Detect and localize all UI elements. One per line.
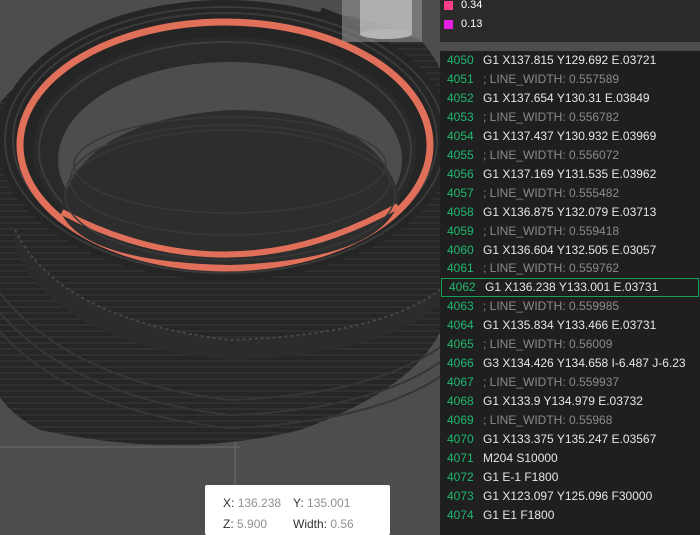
gcode-command: G1 X133.375 Y135.247 E.03567 <box>483 432 657 446</box>
z-value: 5.900 <box>237 517 268 531</box>
legend-swatch <box>444 19 453 29</box>
y-label: Y: <box>293 496 304 510</box>
gcode-line[interactable]: 4072 G1 E-1 F1800 <box>440 468 700 487</box>
width-readout: Width: 0.56 <box>293 517 354 531</box>
gcode-command: G1 X123.097 Y125.096 F30000 <box>483 488 653 503</box>
gcode-line-number: 4056 <box>447 166 474 181</box>
gcode-command: G1 X137.437 Y130.932 E.03969 <box>483 128 657 143</box>
gcode-line-number: 4059 <box>447 223 474 238</box>
x-value: 136.238 <box>237 496 282 510</box>
gcode-line[interactable]: 4050 G1 X137.815 Y129.692 E.03721 <box>440 51 700 70</box>
x-label: X: <box>223 496 235 510</box>
gcode-line[interactable]: 4063 ; LINE_WIDTH: 0.559985 <box>440 297 700 316</box>
gcode-command: G3 X134.426 Y134.658 I-6.487 J-6.23 <box>483 356 686 371</box>
gcode-line[interactable]: 4057 ; LINE_WIDTH: 0.555482 <box>440 184 700 203</box>
gcode-line-number: 4066 <box>447 356 474 371</box>
gcode-comment: ; LINE_WIDTH: 0.556072 <box>483 147 620 162</box>
gcode-line[interactable]: 4061 ; LINE_WIDTH: 0.559762 <box>440 259 700 278</box>
gcode-line-number: 4071 <box>447 450 474 465</box>
width-label: Width: <box>293 517 328 531</box>
gcode-line[interactable]: 4068 G1 X133.9 Y134.979 E.03732 <box>440 392 700 411</box>
gcode-line-number: 4057 <box>447 185 474 200</box>
z-label: Z: <box>223 517 234 531</box>
gcode-line[interactable]: 4065 ; LINE_WIDTH: 0.56009 <box>440 335 700 354</box>
gcode-line-number: 4062 <box>449 280 476 295</box>
gcode-line-number: 4065 <box>447 337 474 352</box>
gcode-line[interactable]: 4058 G1 X136.875 Y132.079 E.03713 <box>440 203 700 222</box>
x-readout: X: 136.238 <box>223 496 281 510</box>
gcode-command: G1 X136.604 Y132.505 E.03057 <box>483 242 657 257</box>
gcode-comment: ; LINE_WIDTH: 0.559418 <box>483 223 620 238</box>
y-readout: Y: 135.001 <box>293 496 350 510</box>
gcode-line[interactable]: 4069 ; LINE_WIDTH: 0.55968 <box>440 411 700 430</box>
gcode-comment: ; LINE_WIDTH: 0.559937 <box>483 375 620 390</box>
legend-item: 0.34 <box>444 0 482 14</box>
gcode-comment: ; LINE_WIDTH: 0.55968 <box>483 413 613 428</box>
gcode-line[interactable]: 4060 G1 X136.604 Y132.505 E.03057 <box>440 241 700 260</box>
gcode-line-selected[interactable]: 4062 G1 X136.238 Y133.001 E.03731 <box>441 278 699 298</box>
gcode-line-number: 4063 <box>447 299 474 314</box>
gcode-command: G1 X133.9 Y134.979 E.03732 <box>483 394 643 409</box>
gcode-command: G1 X137.815 Y129.692 E.03721 <box>483 53 657 67</box>
gcode-command: G1 X136.238 Y133.001 E.03731 <box>485 280 659 295</box>
legend-label: 0.13 <box>461 18 483 30</box>
gcode-command: G1 E-1 F1800 <box>483 469 559 484</box>
gcode-command: G1 X137.169 Y131.535 E.03962 <box>483 166 657 181</box>
gcode-line-number: 4050 <box>447 53 474 67</box>
gcode-line-number: 4060 <box>447 242 474 257</box>
color-legend: 0.34 0.13 <box>440 0 700 42</box>
gcode-line-number: 4051 <box>447 71 474 86</box>
wipe-tower-object <box>342 0 422 42</box>
gcode-line[interactable]: 4055 ; LINE_WIDTH: 0.556072 <box>440 146 700 165</box>
gcode-line[interactable]: 4066 G3 X134.426 Y134.658 I-6.487 J-6.23 <box>440 354 700 373</box>
legend-swatch <box>444 0 453 10</box>
gcode-line[interactable]: 4059 ; LINE_WIDTH: 0.559418 <box>440 222 700 241</box>
gcode-line[interactable]: 4067 ; LINE_WIDTH: 0.559937 <box>440 373 700 392</box>
gcode-comment: ; LINE_WIDTH: 0.56009 <box>483 337 613 352</box>
gcode-line-number: 4069 <box>447 413 474 428</box>
z-readout: Z: 5.900 <box>223 517 267 531</box>
legend-item: 0.13 <box>444 15 482 33</box>
gcode-line[interactable]: 4070 G1 X133.375 Y135.247 E.03567 <box>440 430 700 449</box>
gcode-line[interactable]: 4056 G1 X137.169 Y131.535 E.03962 <box>440 165 700 184</box>
gcode-line-number: 4068 <box>447 394 474 409</box>
gcode-line-number: 4058 <box>447 204 474 219</box>
gcode-comment: ; LINE_WIDTH: 0.559985 <box>483 299 620 314</box>
gcode-line[interactable]: 4052 G1 X137.654 Y130.31 E.03849 <box>440 89 700 108</box>
gcode-command: G1 X135.834 Y133.466 E.03731 <box>483 318 657 333</box>
gcode-line[interactable]: 4051 ; LINE_WIDTH: 0.557589 <box>440 70 700 89</box>
gcode-command: G1 E1 F1800 <box>483 507 555 522</box>
legend-label: 0.34 <box>461 0 483 11</box>
gcode-line-number: 4055 <box>447 147 474 162</box>
gcode-line-number: 4070 <box>447 432 474 446</box>
gcode-line-number: 4052 <box>447 90 474 105</box>
position-tooltip: X: 136.238 Y: 135.001 Z: 5.900 Width: 0.… <box>205 485 390 535</box>
gcode-comment: ; LINE_WIDTH: 0.557589 <box>483 71 620 86</box>
gcode-line[interactable]: 4054 G1 X137.437 Y130.932 E.03969 <box>440 127 700 146</box>
gcode-command: G1 X136.875 Y132.079 E.03713 <box>483 204 657 219</box>
gcode-line-number: 4061 <box>447 261 474 276</box>
width-value: 0.56 <box>330 517 354 531</box>
gcode-line[interactable]: 4053 ; LINE_WIDTH: 0.556782 <box>440 108 700 127</box>
gcode-line[interactable]: 4073 G1 X123.097 Y125.096 F30000 <box>440 487 700 506</box>
gcode-line-number: 4054 <box>447 128 474 143</box>
gcode-line-number: 4072 <box>447 469 474 484</box>
gcode-line-number: 4074 <box>447 507 474 522</box>
printed-ring-model <box>0 0 453 445</box>
gcode-line[interactable]: 4064 G1 X135.834 Y133.466 E.03731 <box>440 316 700 335</box>
gcode-comment: ; LINE_WIDTH: 0.556782 <box>483 109 620 124</box>
gcode-line[interactable]: 4071 M204 S10000 <box>440 449 700 468</box>
gcode-comment: ; LINE_WIDTH: 0.559762 <box>483 261 620 276</box>
gcode-viewer[interactable]: 4050 G1 X137.815 Y129.692 E.03721 4051 ; LI… <box>440 51 700 535</box>
gcode-line-number: 4064 <box>447 318 474 333</box>
gcode-line-number: 4053 <box>447 109 474 124</box>
gcode-command: G1 X137.654 Y130.31 E.03849 <box>483 90 650 105</box>
gcode-line[interactable]: 4074 G1 E1 F1800 <box>440 506 700 525</box>
gcode-line-number: 4073 <box>447 488 474 503</box>
gcode-command: M204 S10000 <box>483 450 558 465</box>
y-value: 135.001 <box>307 496 351 510</box>
gcode-comment: ; LINE_WIDTH: 0.555482 <box>483 185 620 200</box>
gcode-line-number: 4067 <box>447 375 474 390</box>
